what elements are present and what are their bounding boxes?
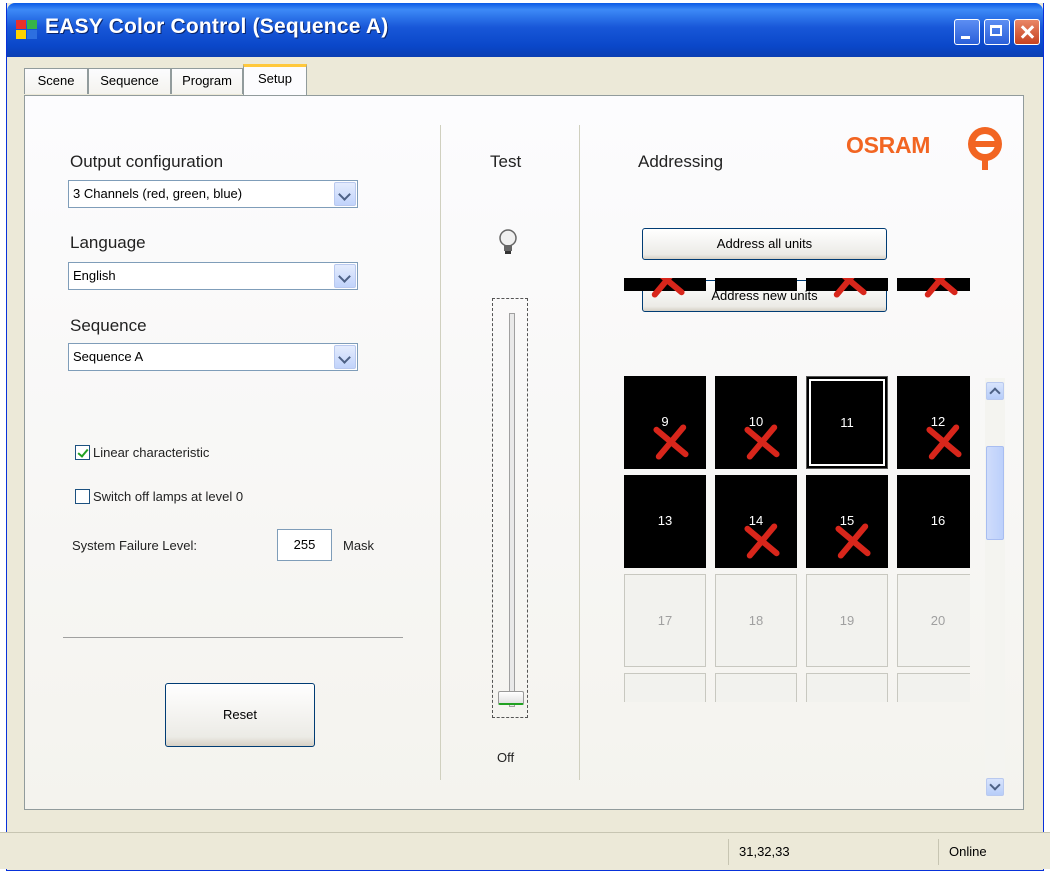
system-failure-label: System Failure Level:: [72, 538, 197, 553]
address-cell-13[interactable]: 13: [624, 475, 706, 568]
minimize-button[interactable]: [954, 19, 980, 45]
address-cell-11[interactable]: 11: [806, 376, 888, 469]
output-config-label: Output configuration: [70, 152, 224, 171]
output-config-select[interactable]: 3 Channels (red, green, blue): [68, 180, 358, 208]
sequence-label: Sequence: [70, 316, 147, 335]
test-level-slider[interactable]: [492, 298, 528, 718]
slider-thumb[interactable]: [498, 691, 524, 705]
mask-label: Mask: [343, 538, 375, 553]
osram-logo: OSRAM: [846, 132, 931, 158]
chevron-down-icon[interactable]: [334, 264, 356, 288]
left-divider: [63, 637, 403, 638]
app-icon: [16, 20, 37, 39]
address-cell-17[interactable]: 17: [624, 574, 706, 667]
address-cell-22[interactable]: 22: [715, 673, 797, 702]
tab-setup[interactable]: Setup: [243, 64, 307, 95]
failure-x-icon: [741, 521, 781, 561]
failure-x-icon: [832, 521, 872, 561]
address-cell-10[interactable]: 10: [715, 376, 797, 469]
test-state-label: Off: [497, 750, 515, 765]
failure-x-icon: [923, 422, 963, 462]
title-bar[interactable]: EASY Color Control (Sequence A): [7, 3, 1043, 57]
scroll-up-icon[interactable]: [986, 382, 1004, 400]
connection-status: Online: [938, 839, 1034, 865]
address-cell-number: 13: [657, 513, 673, 528]
scroll-thumb[interactable]: [986, 446, 1004, 540]
chevron-down-icon[interactable]: [334, 182, 356, 206]
address-cell-16[interactable]: 16: [897, 475, 970, 568]
switch-off-lamps-checkbox[interactable]: [75, 489, 90, 504]
address-cell-number: 20: [930, 613, 946, 628]
address-cell-number: 17: [657, 613, 673, 628]
osram-bulb-icon: [968, 127, 1002, 170]
maximize-button[interactable]: [984, 19, 1010, 45]
address-grid-scrollbar[interactable]: [985, 378, 1005, 798]
reset-button[interactable]: Reset: [165, 683, 315, 747]
slider-track: [509, 313, 515, 707]
light-bulb-icon: [499, 229, 517, 254]
address-cell-number: 19: [839, 613, 855, 628]
sequence-select[interactable]: Sequence A: [68, 343, 358, 371]
linear-characteristic-checkbox[interactable]: [75, 445, 90, 460]
failure-x-icon: [741, 422, 781, 462]
address-cell-partial[interactable]: [897, 278, 970, 291]
address-cell-9[interactable]: 9: [624, 376, 706, 469]
scroll-down-icon[interactable]: [986, 778, 1004, 796]
failure-x-icon: [646, 278, 686, 300]
address-cell-15[interactable]: 15: [806, 475, 888, 568]
linear-characteristic-label: Linear characteristic: [93, 445, 210, 460]
address-cell-21[interactable]: 21: [624, 673, 706, 702]
tab-sequence[interactable]: Sequence: [88, 68, 171, 94]
address-cell-12[interactable]: 12: [897, 376, 970, 469]
failure-x-icon: [650, 422, 690, 462]
address-cell-18[interactable]: 18: [715, 574, 797, 667]
addressing-label: Addressing: [638, 152, 724, 171]
address-cell-partial[interactable]: [624, 278, 706, 291]
address-cell-20[interactable]: 20: [897, 574, 970, 667]
status-values: 31,32,33: [728, 839, 938, 865]
failure-x-icon: [828, 278, 868, 300]
column-divider: [440, 125, 441, 780]
address-cell-23[interactable]: 23: [806, 673, 888, 702]
language-select[interactable]: English: [68, 262, 358, 290]
address-cell-number: 16: [930, 513, 946, 528]
address-grid: 910 11 12 13 1415 16 17 18 19 20 21 22 23 24: [600, 278, 970, 702]
sequence-value: Sequence A: [73, 349, 144, 364]
system-failure-input[interactable]: 255: [277, 529, 332, 561]
address-cell-number: 11: [840, 415, 854, 430]
tab-scene[interactable]: Scene: [24, 68, 88, 94]
address-cell-number: 18: [748, 613, 764, 628]
failure-x-icon: [919, 278, 959, 300]
switch-off-lamps-label: Switch off lamps at level 0: [93, 489, 244, 504]
test-label: Test: [490, 152, 522, 171]
address-cell-partial[interactable]: [806, 278, 888, 291]
address-cell-14[interactable]: 14: [715, 475, 797, 568]
window-title: EASY Color Control (Sequence A): [45, 15, 389, 38]
address-cell-19[interactable]: 19: [806, 574, 888, 667]
address-cell-24[interactable]: 24: [897, 673, 970, 702]
status-bar: 31,32,33 Online: [0, 832, 1050, 869]
tab-program[interactable]: Program: [171, 68, 243, 94]
address-all-button[interactable]: Address all units: [642, 228, 887, 260]
close-button[interactable]: [1014, 19, 1040, 45]
language-value: English: [73, 268, 116, 283]
address-cell-partial[interactable]: [715, 278, 797, 291]
output-config-value: 3 Channels (red, green, blue): [73, 186, 243, 201]
column-divider: [579, 125, 580, 780]
chevron-down-icon[interactable]: [334, 345, 356, 369]
language-label: Language: [70, 233, 146, 252]
